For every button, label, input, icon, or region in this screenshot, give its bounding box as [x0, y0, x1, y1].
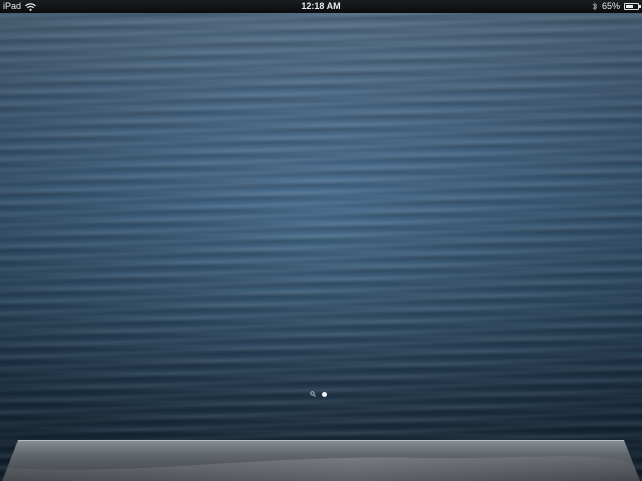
ipad-home-screen: iPad 12:18 AM 65%	[0, 0, 642, 481]
search-icon[interactable]	[310, 391, 316, 397]
status-bar: iPad 12:18 AM 65%	[0, 0, 642, 13]
battery-icon	[624, 3, 641, 10]
bluetooth-icon	[592, 2, 598, 11]
clock: 12:18 AM	[301, 1, 341, 11]
page-indicator[interactable]	[310, 391, 327, 397]
battery-percent: 65%	[601, 1, 620, 11]
page-dot-current[interactable]	[322, 391, 327, 397]
status-right: 65%	[592, 0, 641, 13]
battery-fill	[626, 5, 633, 8]
dock	[2, 440, 640, 481]
wallpaper	[0, 13, 642, 481]
